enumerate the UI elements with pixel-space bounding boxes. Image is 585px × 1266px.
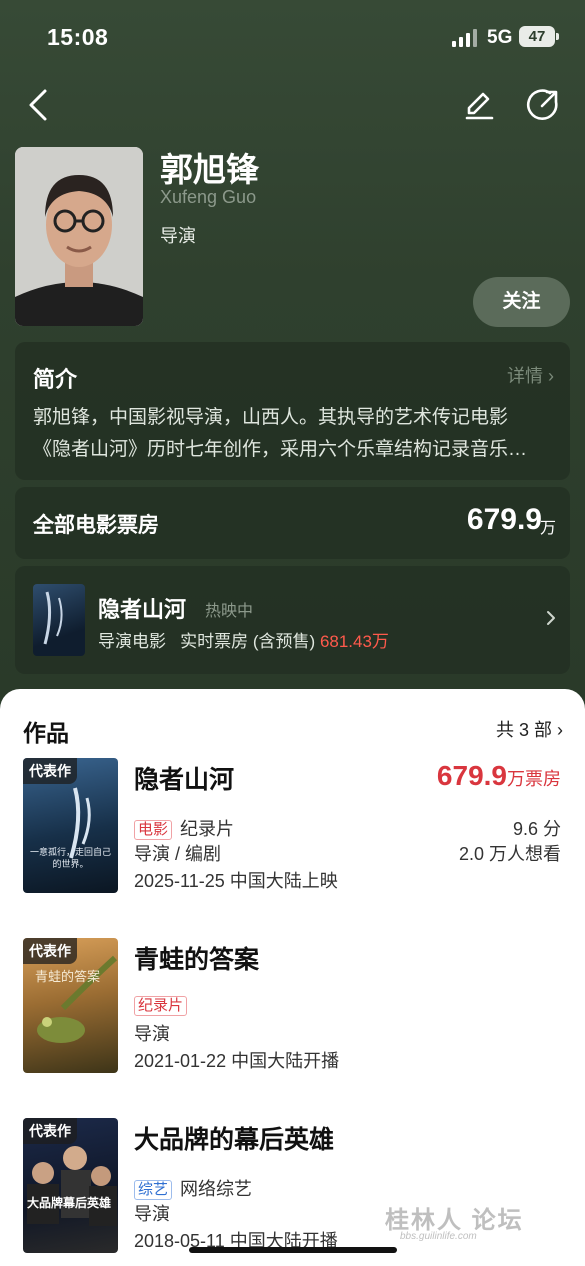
works-section: 作品 共 3 部 › 代表作 一意孤行，走回自己的世界。 隐者山河 679.9万… [0, 689, 585, 1266]
work-genre: 纪录片 [134, 995, 195, 1016]
box-office-unit: 万 [539, 520, 556, 537]
pencil-icon [465, 92, 494, 120]
signal-icon [452, 29, 478, 47]
work-role: 导演 [134, 1024, 170, 1044]
work-type-chip: 电影 [134, 820, 173, 840]
works-title: 作品 [23, 720, 69, 746]
avatar[interactable] [15, 147, 143, 326]
work-box-office: 679.9万票房 [437, 760, 561, 792]
box-office-label: 全部电影票房 [33, 514, 159, 537]
status-bar: 15:08 5G 47 [0, 0, 585, 74]
person-role: 导演 [160, 226, 196, 246]
work-genre: 综艺 网络综艺 [134, 1175, 252, 1201]
work-role: 导演 / 编剧 [134, 844, 222, 864]
now-showing-card[interactable]: 隐者山河 热映中 导演电影 实时票房 (含预售) 681.43万 [15, 566, 570, 674]
work-genre-text: 网络综艺 [180, 1179, 253, 1199]
now-showing-box-office: 681.43万 [319, 632, 389, 651]
intro-title: 简介 [33, 367, 78, 392]
work-type-chip: 纪录片 [134, 996, 188, 1016]
chevron-right-icon: › [557, 720, 563, 740]
work-box-office-unit: 万票房 [507, 769, 561, 789]
work-title: 大品牌的幕后英雄 [134, 1126, 335, 1154]
network-type: 5G [487, 27, 513, 48]
share-icon [526, 89, 558, 120]
work-box-office-value: 679.9 [436, 760, 507, 791]
back-arrow-icon [29, 89, 47, 121]
chevron-right-icon: › [548, 366, 554, 386]
work-release: 2021-01-22 中国大陆开播 [134, 1051, 340, 1071]
box-office-card[interactable]: 全部电影票房 679.9 万 [15, 487, 570, 559]
work-item[interactable]: 代表作 一意孤行，走回自己的世界。 隐者山河 679.9万票房 电影 纪录片 9.… [0, 758, 585, 898]
intro-details-label: 详情 [506, 366, 543, 386]
work-wants: 2.0 万人想看 [458, 844, 561, 864]
watermark: 桂林人 论坛 [385, 1207, 524, 1234]
home-indicator[interactable] [189, 1247, 397, 1253]
work-poster-text: 一意孤行，走回自己的世界。 [29, 847, 111, 869]
work-title: 青蛙的答案 [134, 946, 260, 974]
edit-button[interactable] [459, 85, 499, 125]
now-showing-title: 隐者山河 [98, 597, 187, 622]
work-poster: 代表作 青蛙的答案 [23, 938, 118, 1073]
work-score: 9.6 分 [512, 819, 561, 839]
work-item[interactable]: 代表作 青蛙的答案 青蛙的答案 纪录片 导演 2021-01-22 中国大陆开播 [0, 938, 585, 1078]
person-name: 郭旭锋 [160, 151, 259, 188]
movie-poster-thumbnail [33, 584, 85, 656]
work-tag: 代表作 [23, 1118, 77, 1144]
share-button[interactable] [523, 85, 563, 125]
watermark-sub: bbs.guilinlife.com [400, 1231, 477, 1242]
work-release: 2025-11-25 中国大陆上映 [134, 871, 338, 891]
box-office-value: 679.9 [466, 503, 542, 536]
now-showing-subtitle: 导演电影 实时票房 (含预售) 681.43万 [98, 627, 389, 652]
follow-button[interactable]: 关注 [473, 277, 570, 327]
works-count-link[interactable]: 共 3 部 › [496, 716, 563, 742]
work-poster: 代表作 大品牌幕后英雄 [23, 1118, 118, 1253]
work-tag: 代表作 [23, 938, 77, 964]
intro-line: 郭旭锋，中国影视导演，山西人。其执导的艺术传记电影 [33, 407, 509, 428]
work-title: 隐者山河 [134, 766, 235, 794]
works-count: 共 3 部 [495, 720, 552, 740]
intro-details-link[interactable]: 详情 › [507, 362, 554, 388]
work-tag: 代表作 [23, 758, 77, 784]
work-item[interactable]: 代表作 大品牌幕后英雄 大品牌的幕后英雄 综艺 网络综艺 导演 2018-05-1… [0, 1118, 585, 1258]
status-time: 15:08 [47, 24, 109, 50]
chevron-right-icon [547, 611, 555, 625]
work-poster-text: 青蛙的答案 [35, 969, 101, 984]
now-showing-status: 热映中 [205, 603, 254, 620]
intro-text: 郭旭锋，中国影视导演，山西人。其执导的艺术传记电影 《隐者山河》历时七年创作，采… [33, 402, 558, 466]
work-type-chip: 综艺 [134, 1180, 173, 1200]
work-poster: 代表作 一意孤行，走回自己的世界。 [23, 758, 118, 893]
profile-header: 15:08 5G 47 郭旭锋 Xufeng Guo 导演 关注 简介 详情 ›… [0, 0, 585, 700]
intro-line: 《隐者山河》历时七年创作，采用六个乐章结构记录音乐… [33, 439, 528, 460]
work-genre: 电影 纪录片 [134, 815, 234, 841]
work-poster-text: 大品牌幕后英雄 [27, 1196, 112, 1210]
intro-card[interactable]: 简介 详情 › 郭旭锋，中国影视导演，山西人。其执导的艺术传记电影 《隐者山河》… [15, 342, 570, 480]
back-button[interactable] [18, 85, 58, 125]
person-name-en: Xufeng Guo [160, 187, 257, 207]
work-genre-text: 纪录片 [180, 819, 235, 839]
work-role: 导演 [134, 1204, 170, 1224]
now-showing-sub-prefix: 导演电影 实时票房 (含预售) [98, 632, 320, 651]
battery-icon: 47 [519, 26, 559, 47]
